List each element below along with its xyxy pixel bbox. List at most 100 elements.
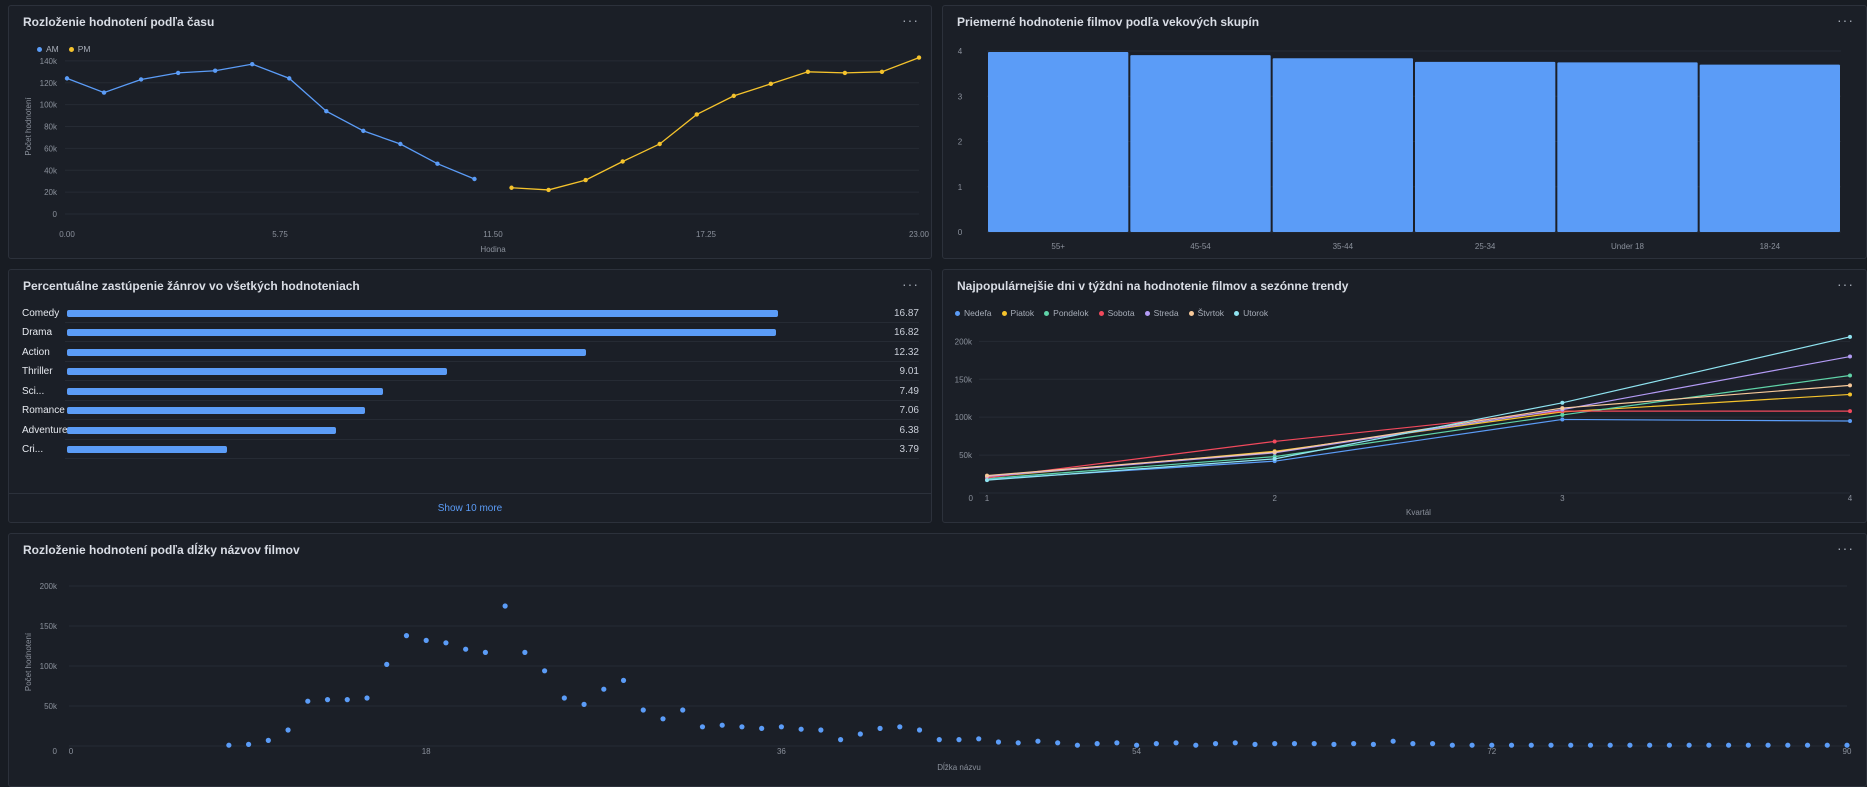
y-tick-label: 100k (40, 101, 58, 110)
genre-track (67, 387, 873, 395)
data-point (1489, 742, 1495, 748)
data-point (1272, 456, 1277, 461)
series-line (986, 355, 1851, 477)
data-point (482, 649, 488, 655)
genre-row: Cri... 3.79 (22, 443, 919, 457)
data-point (384, 661, 390, 667)
genre-track (67, 407, 873, 414)
row-separator (65, 458, 919, 459)
data-point (842, 70, 848, 76)
y-axis-label: Počet hodnotení (24, 632, 33, 691)
genre-value: 6.38 (899, 424, 919, 436)
data-point (680, 707, 686, 713)
row-separator (65, 380, 919, 381)
data-point (1272, 741, 1278, 747)
data-point (657, 141, 662, 147)
data-point (581, 701, 587, 707)
data-point (546, 187, 551, 193)
data-point (1548, 742, 1554, 748)
genre-bar (67, 348, 587, 356)
data-point (1848, 334, 1852, 339)
data-point (916, 55, 922, 60)
show-more-button[interactable]: Show 10 more (9, 503, 931, 514)
genre-label: Comedy (22, 307, 60, 319)
genre-row: Drama 16.82 (22, 326, 919, 340)
panel-age-groups: Priemerné hodnotenie filmov podľa vekový… (942, 5, 1867, 259)
panel-genres: Percentuálne zastúpenie žánrov vo všetký… (8, 269, 932, 523)
data-point (759, 725, 765, 731)
data-point (731, 93, 736, 99)
x-tick-label: 18 (422, 747, 431, 756)
panel-weekdays: Najpopulárnejšie dni v týždni na hodnote… (942, 269, 1867, 523)
data-point (694, 112, 699, 117)
data-point (1430, 741, 1436, 747)
x-tick-label: 4 (1848, 494, 1853, 503)
data-point (995, 739, 1002, 745)
y-axis-label: Počet hodnotení (24, 97, 33, 156)
data-point (1726, 742, 1732, 748)
x-tick-label: 72 (1487, 747, 1496, 756)
x-tick-label: Under 18 (1611, 242, 1644, 251)
y-tick-label: 0 (958, 228, 963, 237)
bar-chart-age: 0 1 2 3 4 55+ 45-54 35-44 25-34 Under 18 18-24 (958, 47, 1841, 251)
data-point (435, 161, 440, 166)
data-point (1765, 742, 1771, 748)
data-point (1560, 400, 1565, 405)
genre-track (67, 329, 873, 336)
bar (1557, 62, 1698, 232)
row-separator (65, 438, 919, 440)
data-point (583, 177, 588, 183)
data-point (1252, 741, 1258, 747)
x-tick-label: 35-44 (1333, 242, 1354, 251)
data-point (287, 76, 292, 81)
data-point (1232, 740, 1238, 746)
divider (9, 493, 931, 494)
data-point (226, 742, 232, 748)
data-point (877, 725, 883, 731)
x-tick-label: 0.00 (59, 230, 75, 239)
genre-row: Adventure 6.38 (22, 423, 919, 437)
y-tick-label: 100k (955, 413, 973, 422)
genre-bar (67, 407, 365, 414)
y-tick-label: 0 (969, 494, 974, 503)
data-point (660, 716, 666, 722)
data-point (463, 646, 469, 652)
data-point (423, 637, 429, 643)
genre-bar (67, 368, 447, 375)
x-tick-label: 11.50 (483, 230, 503, 239)
data-point (265, 737, 271, 743)
genre-label: Action (22, 346, 50, 358)
y-tick-label: 60k (44, 144, 58, 153)
genre-row: Romance 7.06 (22, 404, 919, 418)
data-point (101, 90, 107, 95)
x-axis-label: Hodina (480, 245, 506, 254)
data-point (1331, 741, 1337, 747)
data-point (838, 737, 844, 743)
panel-title: Percentuálne zastúpenie žánrov vo všetký… (23, 279, 360, 293)
genre-label: Adventure (22, 424, 67, 436)
genre-row: Action 12.32 (22, 345, 919, 359)
data-point (1587, 742, 1594, 748)
data-point (976, 736, 982, 742)
genre-value: 16.82 (893, 327, 919, 338)
bar (1130, 55, 1271, 232)
genre-value: 16.87 (893, 307, 919, 319)
bar (1415, 61, 1556, 233)
panel-rating-time: Rozloženie hodnotení podľa času ··· AM PM… (8, 5, 932, 259)
y-tick-label: 150k (955, 375, 973, 384)
y-tick-label: 50k (44, 702, 58, 711)
y-tick-label: 200k (40, 582, 58, 591)
panel-menu-button[interactable]: ··· (902, 277, 919, 291)
genre-track (67, 368, 873, 375)
data-point (1848, 373, 1852, 378)
y-tick-label: 40k (44, 166, 58, 175)
data-point (561, 695, 567, 701)
x-tick-label: 2 (1272, 494, 1277, 503)
data-point (798, 726, 804, 732)
data-point (344, 697, 350, 703)
x-tick-label: 18-24 (1760, 242, 1781, 251)
data-point (1607, 742, 1613, 748)
data-point (1055, 740, 1061, 746)
x-tick-label: 5.75 (272, 230, 288, 239)
x-axis-label: Dĺžka názvu (937, 763, 981, 772)
